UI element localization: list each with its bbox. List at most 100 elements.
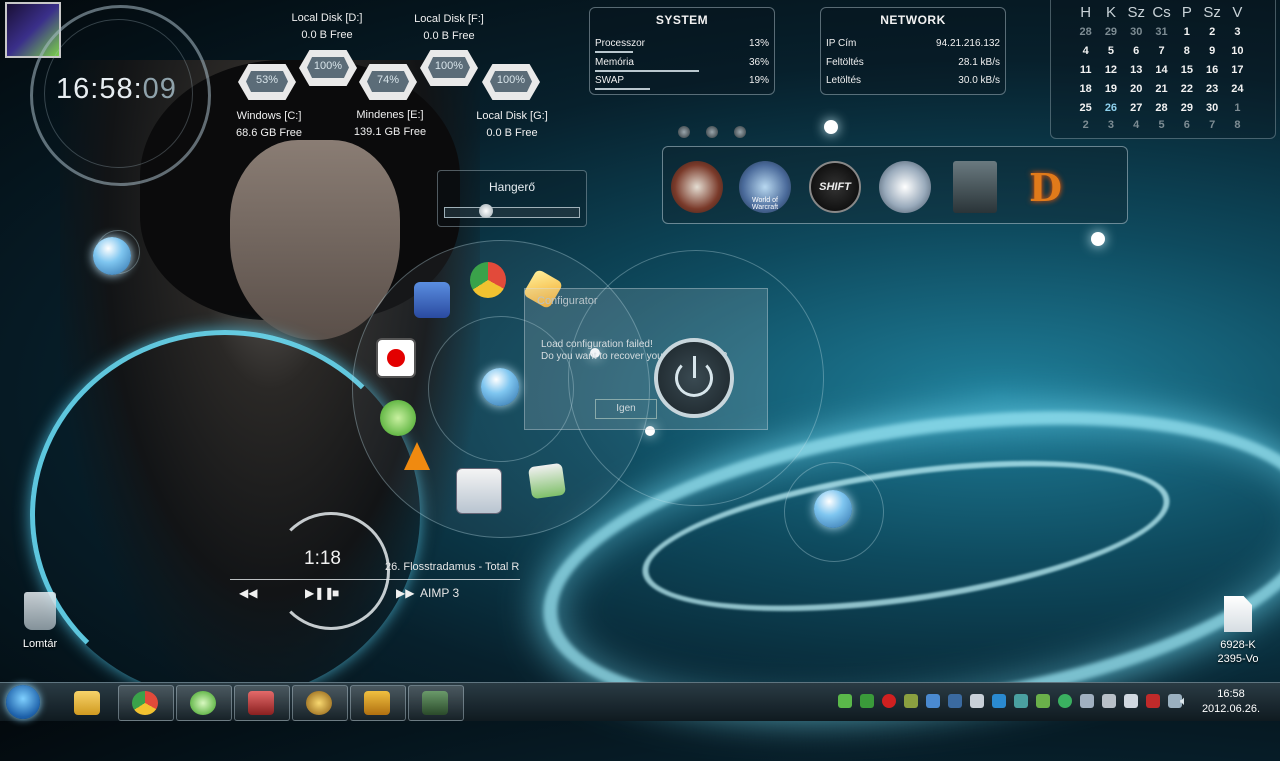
calendar-day[interactable]: 3 [1225,26,1250,38]
calendar-day[interactable]: 12 [1098,64,1123,76]
app-tray-icon[interactable] [904,694,918,708]
save-floppy-icon[interactable] [414,282,450,318]
power-button[interactable] [654,338,734,418]
drive-c-gauge[interactable]: 53% [238,64,296,100]
calendar-day[interactable]: 23 [1199,83,1224,95]
calendar-day[interactable]: 10 [1225,45,1250,57]
skyrim-icon[interactable] [953,161,997,213]
calendar-day[interactable]: 21 [1149,83,1174,95]
recycle-tray-icon[interactable] [860,694,874,708]
app-tray-icon[interactable] [926,694,940,708]
calendar-day[interactable]: 16 [1199,64,1224,76]
calendar-day[interactable]: 13 [1124,64,1149,76]
calendar-day[interactable]: 30 [1124,26,1149,38]
calendar-day[interactable]: 6 [1174,119,1199,131]
recycle-bin-icon[interactable] [24,592,56,630]
calendar-day[interactable]: 8 [1225,119,1250,131]
app-tray-icon[interactable] [1036,694,1050,708]
diablo-icon[interactable]: D [1019,161,1065,213]
volume-tray-icon[interactable]: 🔈︎ [1180,693,1188,709]
player-seek-line[interactable] [230,579,520,580]
calendar-day[interactable]: 20 [1124,83,1149,95]
taskbar-aimp[interactable] [350,685,406,721]
calendar-day[interactable]: 28 [1149,102,1174,114]
stop-icon[interactable]: ■ [332,586,339,600]
utorrent-icon[interactable] [380,400,416,436]
file-label-line1[interactable]: 6928-K [1208,639,1268,651]
recycle-bin-label[interactable]: Lomtár [10,638,70,650]
calendar-day[interactable]: 25 [1073,102,1098,114]
chrome-icon[interactable] [470,262,506,298]
calendar-day[interactable]: 4 [1124,119,1149,131]
calendar-day[interactable]: 7 [1149,45,1174,57]
drive-d-gauge[interactable]: 100% [299,50,357,86]
world-of-warcraft-icon[interactable]: World of Warcraft [739,161,791,213]
assassins-creed-icon[interactable] [671,161,723,213]
calendar-day[interactable]: 15 [1174,64,1199,76]
start-button[interactable] [6,685,40,719]
app-tray-icon[interactable] [948,694,962,708]
app-tray-icon[interactable] [1014,694,1028,708]
launcher-center-orb[interactable] [481,368,519,406]
calendar-day[interactable]: 14 [1149,64,1174,76]
calendar-day[interactable]: 27 [1124,102,1149,114]
next-track-icon[interactable]: ▶▶ [396,586,414,600]
calendar-day[interactable]: 22 [1174,83,1199,95]
calendar-day[interactable]: 7 [1199,119,1224,131]
assassins-creed-2-icon[interactable] [879,161,931,213]
app-tray-icon[interactable] [992,694,1006,708]
drive-e-gauge[interactable]: 74% [359,64,417,100]
need-for-speed-shift-icon[interactable]: SHIFT [809,161,861,213]
vlc-icon[interactable] [400,442,434,472]
dock-dot[interactable] [706,126,718,138]
calendar-day[interactable]: 30 [1199,102,1224,114]
taskbar-chrome[interactable] [118,685,174,721]
dock-dot[interactable] [734,126,746,138]
calendar-day[interactable]: 28 [1073,26,1098,38]
app-tray-icon[interactable] [1124,694,1138,708]
orb-button[interactable] [814,490,852,528]
file-icon[interactable] [1224,596,1252,632]
taskbar-floppy[interactable] [234,685,290,721]
calendar-day[interactable]: 11 [1073,64,1098,76]
calendar-day[interactable]: 5 [1098,45,1123,57]
play-pause-icon[interactable]: ▶❚❚ [305,586,334,600]
whatsapp-tray-icon[interactable] [1058,694,1072,708]
image-viewer-icon[interactable] [527,462,567,500]
calendar-day[interactable]: 5 [1149,119,1174,131]
dock-dot[interactable] [678,126,690,138]
monitor-tray-icon[interactable] [970,694,984,708]
orb-button[interactable] [93,237,131,275]
calendar-day[interactable]: 17 [1225,64,1250,76]
calendar-day[interactable]: 4 [1073,45,1098,57]
taskbar-utorrent[interactable] [176,685,232,721]
calendar-day[interactable]: 19 [1098,83,1123,95]
app-tray-icon[interactable] [1102,694,1116,708]
nvidia-tray-icon[interactable] [838,694,852,708]
action-center-flag-icon[interactable] [1146,694,1160,708]
calendar-day[interactable]: 3 [1098,119,1123,131]
volume-slider-knob[interactable] [479,204,493,218]
calendar-day[interactable]: 18 [1073,83,1098,95]
dialog-yes-button[interactable]: Igen [595,399,657,419]
previous-track-icon[interactable]: ◀◀ [239,586,257,600]
calendar-day[interactable]: 31 [1149,26,1174,38]
drive-g-gauge[interactable]: 100% [482,64,540,100]
drive-f-gauge[interactable]: 100% [420,50,478,86]
calendar-day[interactable]: 1 [1174,26,1199,38]
taskbar-notes[interactable] [408,685,464,721]
tray-clock[interactable]: 16:58 2012.06.26. [1198,687,1264,717]
volume-slider[interactable] [444,204,580,218]
calendar-day[interactable]: 1 [1225,102,1250,114]
calendar-day[interactable]: 9 [1199,45,1224,57]
calendar-day[interactable]: 29 [1174,102,1199,114]
vodafone-icon[interactable] [376,338,416,378]
taskbar-explorer[interactable] [60,685,116,721]
calendar-day[interactable]: 29 [1098,26,1123,38]
calendar-day[interactable]: 24 [1225,83,1250,95]
calendar-day[interactable]: 26 [1098,102,1123,114]
record-tray-icon[interactable] [882,694,896,708]
taskbar-warcraft[interactable] [292,685,348,721]
calendar-day[interactable]: 6 [1124,45,1149,57]
calendar-day[interactable]: 8 [1174,45,1199,57]
